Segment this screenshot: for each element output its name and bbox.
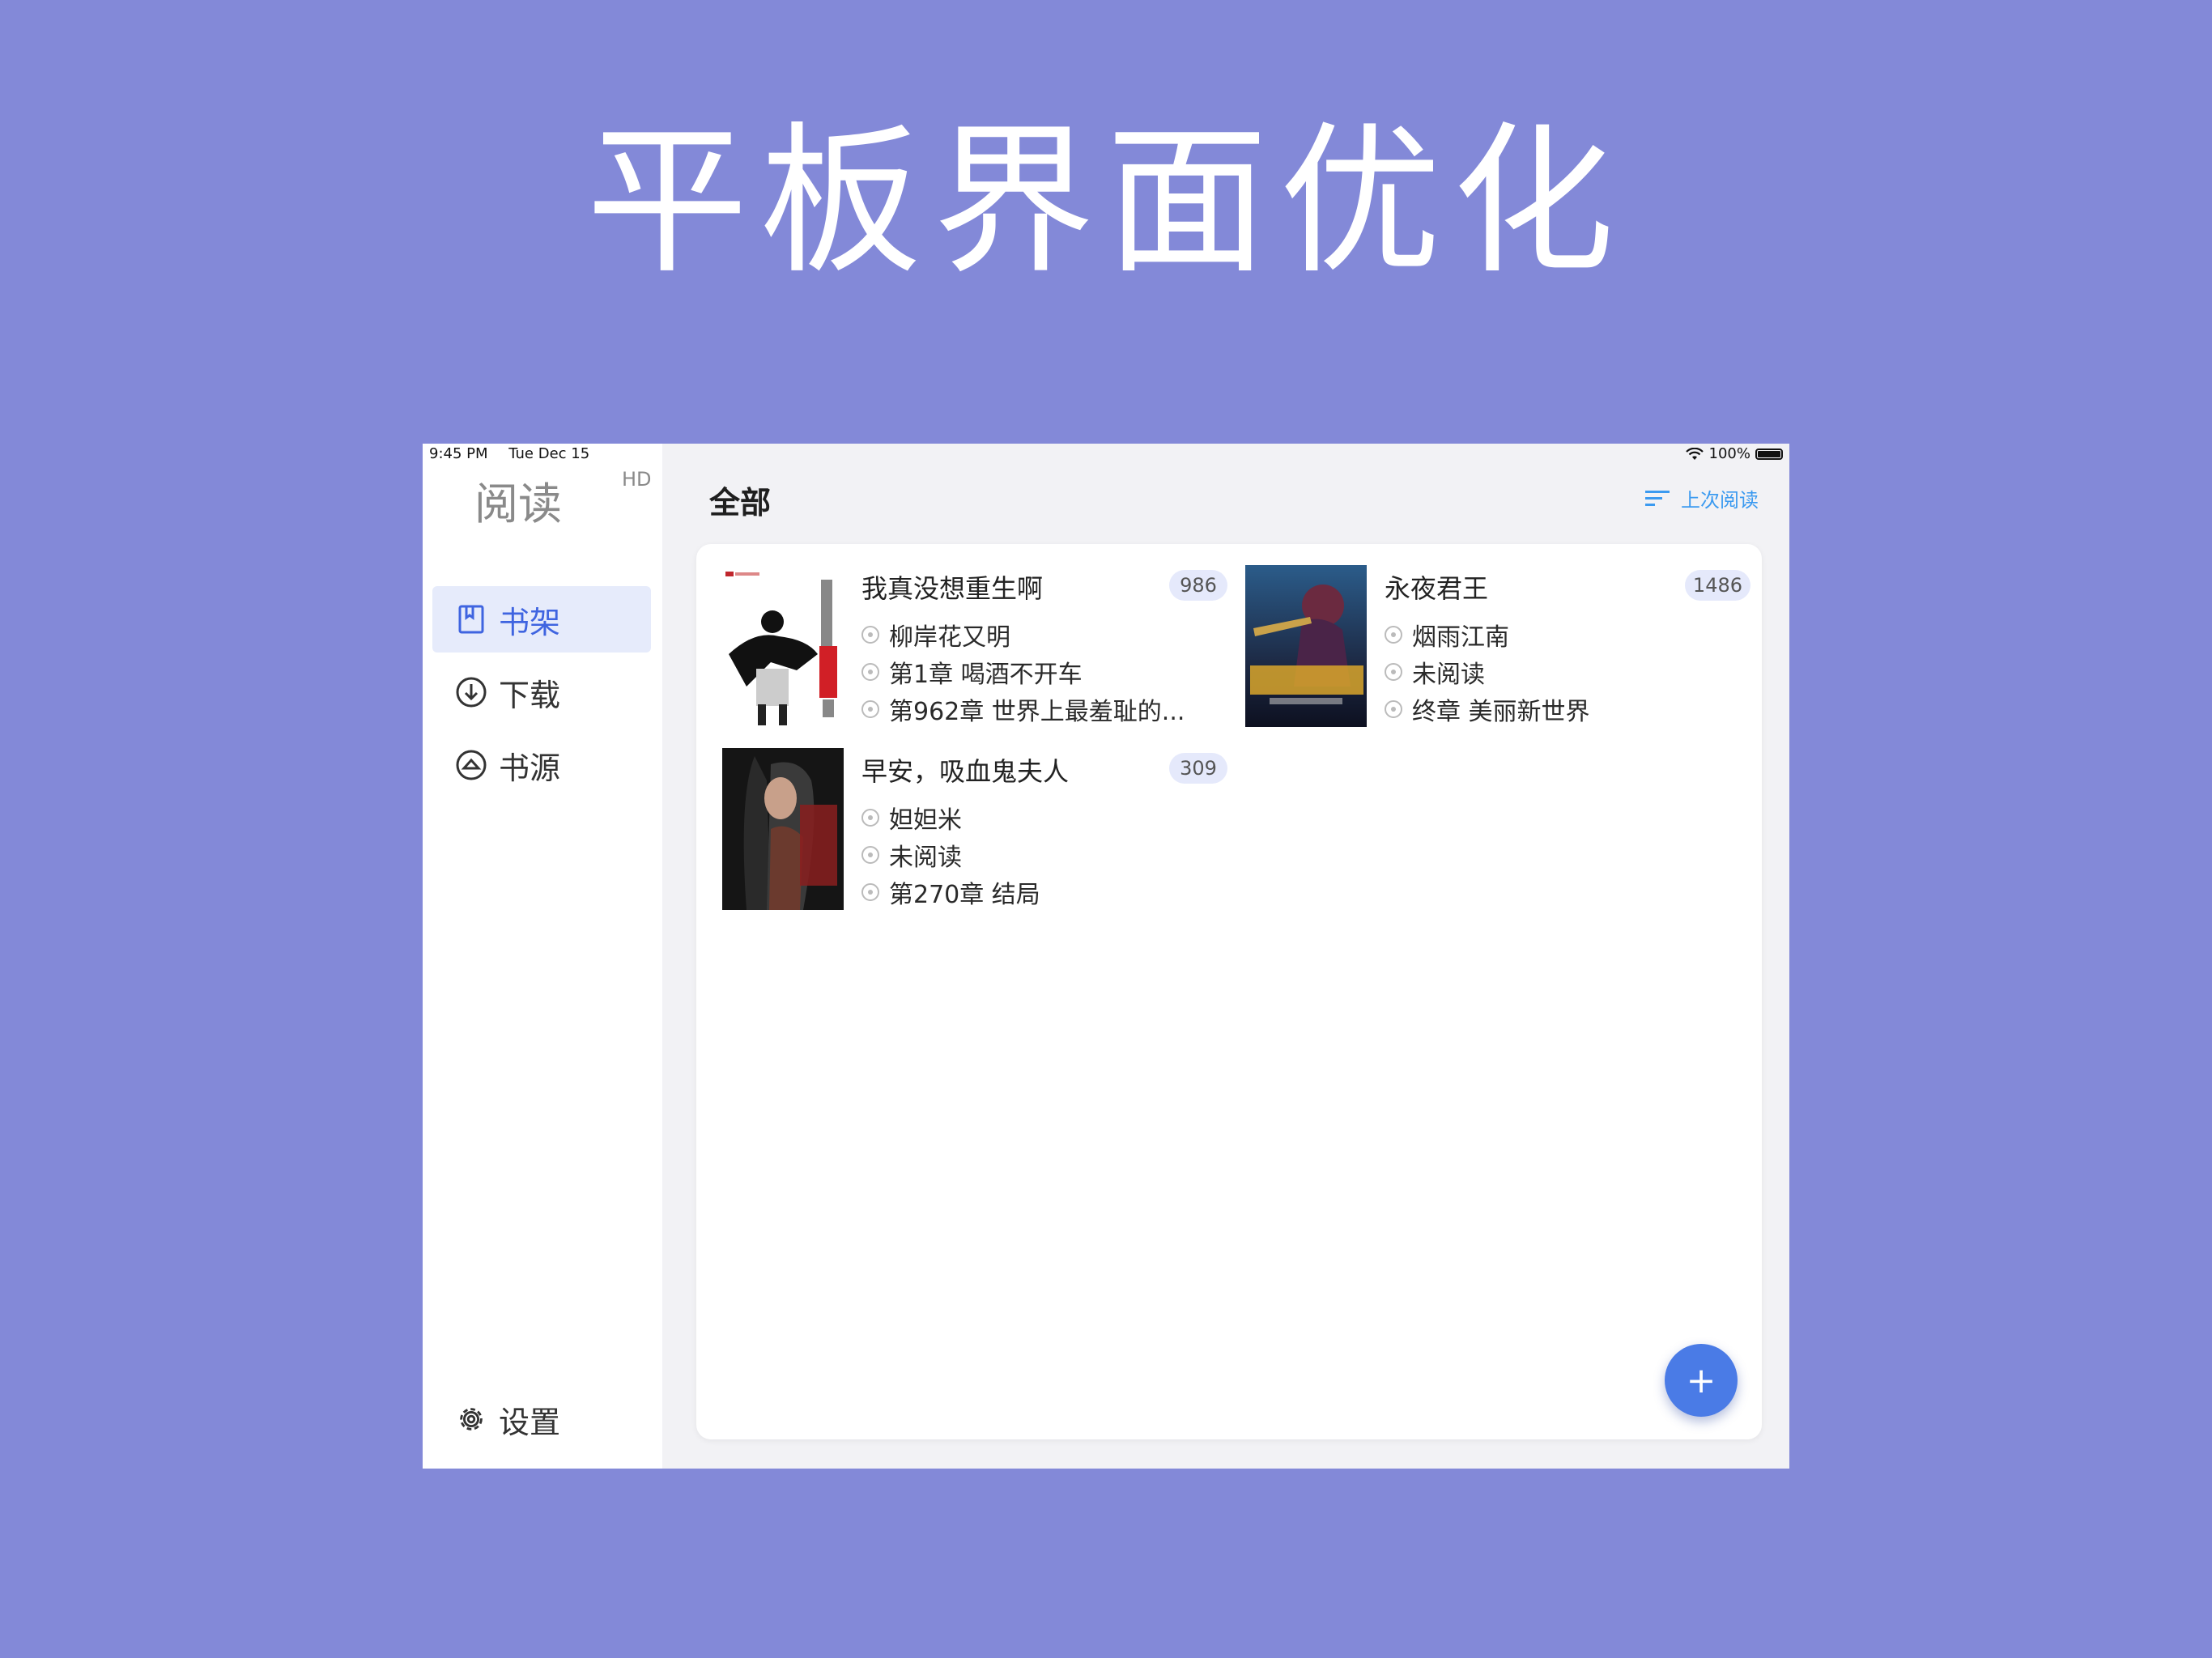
- app-logo: 阅读 HD: [474, 468, 652, 532]
- sort-button[interactable]: 上次阅读: [1645, 484, 1759, 512]
- sidebar-item-settings[interactable]: 设置: [432, 1386, 651, 1452]
- progress-text: 未阅读: [1412, 661, 1485, 689]
- author-icon: [861, 626, 879, 644]
- source-icon: [455, 749, 487, 781]
- battery-icon: [1755, 448, 1783, 460]
- book-cover: [722, 565, 844, 727]
- bookshelf-panel: 我真没想重生啊 986 柳岸花又明 第1章 喝酒不开车 第962章 世界上最羞耻…: [696, 544, 1762, 1439]
- author-icon: [1385, 626, 1402, 644]
- author-text: 妲妲米: [889, 806, 962, 835]
- progress-text: 第1章 喝酒不开车: [889, 661, 1083, 689]
- book-card[interactable]: 早安，吸血鬼夫人 309 妲妲米 未阅读 第270章 结局: [722, 748, 1227, 918]
- sidebar-item-label: 下载: [499, 677, 561, 713]
- wifi-icon: [1685, 447, 1704, 460]
- book-title: 早安，吸血鬼夫人: [861, 756, 1070, 787]
- latest-chapter-icon: [1385, 700, 1402, 718]
- book-card[interactable]: 我真没想重生啊 986 柳岸花又明 第1章 喝酒不开车 第962章 世界上最羞耻…: [722, 565, 1227, 735]
- book-progress: 第1章 喝酒不开车: [861, 654, 1083, 690]
- book-card[interactable]: 永夜君王 1486 烟雨江南 未阅读 终章 美丽新世界: [1245, 565, 1750, 735]
- book-author: 妲妲米: [861, 800, 962, 835]
- sidebar-item-label: 书源: [499, 750, 561, 786]
- sort-icon: [1645, 490, 1670, 506]
- gear-icon: [455, 1403, 487, 1435]
- book-cover: [722, 748, 844, 910]
- latest-chapter-text: 第962章 世界上最羞耻的...: [889, 698, 1185, 726]
- progress-text: 未阅读: [889, 844, 962, 872]
- book-author: 烟雨江南: [1385, 617, 1509, 653]
- latest-chapter-icon: [861, 883, 879, 901]
- tablet-screen: 9:45 PM Tue Dec 15 100% 阅读 HD 书架 下载 书源 设…: [423, 444, 1789, 1469]
- headline: 平板界面优化: [585, 108, 1626, 296]
- book-latest-chapter: 第270章 结局: [861, 874, 1040, 910]
- status-time: 9:45 PM: [429, 445, 488, 462]
- sidebar-item-bookshelf[interactable]: 书架: [432, 586, 651, 653]
- latest-chapter-text: 第270章 结局: [889, 881, 1040, 909]
- logo-superscript: HD: [622, 468, 652, 491]
- status-bar: 9:45 PM Tue Dec 15 100%: [423, 444, 1789, 465]
- add-book-button[interactable]: +: [1665, 1344, 1738, 1417]
- status-date: Tue Dec 15: [508, 445, 590, 462]
- book-title: 我真没想重生啊: [861, 573, 1044, 604]
- battery-percent: 100%: [1708, 445, 1750, 462]
- chapter-count-badge: 309: [1169, 753, 1227, 784]
- author-text: 柳岸花又明: [889, 623, 1010, 652]
- progress-icon: [861, 846, 879, 864]
- book-latest-chapter: 终章 美丽新世界: [1385, 691, 1590, 727]
- sort-label: 上次阅读: [1681, 489, 1759, 512]
- progress-icon: [861, 663, 879, 681]
- author-icon: [861, 809, 879, 827]
- book-latest-chapter: 第962章 世界上最羞耻的...: [861, 691, 1185, 727]
- book-cover: [1245, 565, 1367, 727]
- sidebar-item-source[interactable]: 书源: [432, 732, 651, 798]
- sidebar: 阅读 HD 书架 下载 书源 设置: [423, 444, 662, 1469]
- chapter-count-badge: 986: [1169, 570, 1227, 601]
- sidebar-item-label: 书架: [499, 604, 561, 640]
- chapter-count-badge: 1486: [1684, 570, 1750, 601]
- bookshelf-icon: [455, 603, 487, 636]
- book-progress: 未阅读: [1385, 654, 1485, 690]
- page-title: 全部: [709, 485, 772, 521]
- author-text: 烟雨江南: [1412, 623, 1509, 652]
- settings-label: 设置: [499, 1404, 561, 1440]
- book-author: 柳岸花又明: [861, 617, 1010, 653]
- progress-icon: [1385, 663, 1402, 681]
- sidebar-item-download[interactable]: 下载: [432, 659, 651, 725]
- latest-chapter-text: 终章 美丽新世界: [1412, 698, 1590, 726]
- download-icon: [455, 676, 487, 708]
- book-title: 永夜君王: [1385, 573, 1489, 604]
- logo-text: 阅读: [474, 478, 562, 529]
- latest-chapter-icon: [861, 700, 879, 718]
- book-progress: 未阅读: [861, 837, 962, 873]
